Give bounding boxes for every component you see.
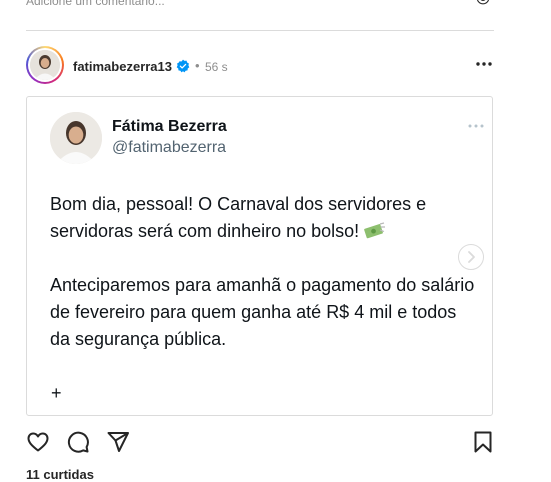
- tweet-avatar: [50, 112, 102, 164]
- emoji-icon[interactable]: [476, 0, 490, 5]
- action-bar: [26, 430, 494, 456]
- divider: [26, 30, 494, 31]
- comment-row: Adicione um comentário...: [26, 0, 494, 14]
- bookmark-icon[interactable]: [471, 430, 495, 454]
- tweet-paragraph-2: Anteciparemos para amanhã o pagamento do…: [50, 275, 475, 349]
- tweet-paragraph-1: Bom dia, pessoal! O Carnaval dos servido…: [50, 194, 427, 241]
- tweet-text: Bom dia, pessoal! O Carnaval dos servido…: [50, 191, 480, 353]
- share-icon[interactable]: [106, 430, 130, 454]
- post-time[interactable]: 56 s: [205, 60, 228, 74]
- post-image-card[interactable]: Fátima Bezerra @fatimabezerra Bom dia, p…: [26, 96, 493, 416]
- tweet-more-icon: [468, 124, 484, 128]
- avatar[interactable]: [26, 46, 64, 84]
- separator-dot: •: [195, 58, 200, 73]
- heart-icon[interactable]: [26, 430, 50, 454]
- likes-count[interactable]: 11 curtidas: [26, 467, 94, 482]
- tweet-author-name: Fátima Bezerra: [112, 118, 227, 135]
- verified-icon: [176, 59, 190, 73]
- comment-input[interactable]: Adicione um comentário...: [26, 0, 165, 8]
- more-options-button[interactable]: [474, 54, 494, 74]
- next-slide-button[interactable]: [458, 244, 484, 270]
- chevron-right-icon: [468, 251, 475, 263]
- tweet-plus: +: [51, 383, 62, 403]
- post-header: fatimabezerra13 • 56 s: [26, 46, 494, 86]
- tweet-author-handle: @fatimabezerra: [112, 139, 227, 156]
- comment-icon[interactable]: [66, 430, 90, 454]
- money-icon: [364, 222, 386, 239]
- username-link[interactable]: fatimabezerra13: [73, 59, 172, 74]
